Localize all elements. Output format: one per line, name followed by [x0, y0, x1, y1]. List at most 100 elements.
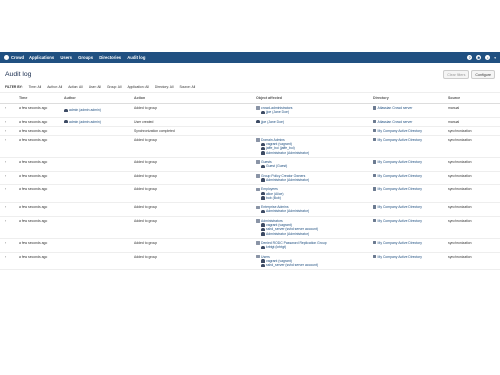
row-time: a few seconds ago [19, 187, 48, 192]
directory-icon [373, 205, 376, 209]
filter-application[interactable]: Application: All [127, 85, 148, 89]
expand-row-icon[interactable]: › [5, 160, 19, 169]
row-author: admin (admin admin) [64, 106, 134, 115]
table-row: › a few seconds ago Added to group Denied R… [0, 239, 500, 253]
row-author: admin (admin admin) [64, 120, 134, 124]
expand-row-icon[interactable]: › [5, 138, 19, 155]
user-icon [64, 119, 68, 124]
row-author [64, 255, 134, 268]
directory-link[interactable]: My Company Active Directory [378, 187, 422, 191]
row-directory: My Company Active Directory [373, 173, 448, 183]
user-link[interactable]: Administrator (Administrator) [266, 178, 309, 182]
filter-action[interactable]: Action: All [68, 85, 82, 89]
row-time: a few seconds ago [19, 205, 48, 210]
row-object-affected: Guests Guest (Guest) [256, 160, 373, 169]
user-link[interactable]: jjoe (Jane Doe) [261, 120, 284, 124]
author-link[interactable]: admin (admin admin) [69, 108, 101, 112]
directory-link[interactable]: Atlassian Crowd server [378, 120, 413, 124]
user-link[interactable]: Administrator (Administrator) [266, 151, 309, 155]
row-action: Added to group [134, 160, 158, 165]
user-link[interactable]: bob (Bob) [266, 196, 281, 200]
author-link[interactable]: admin (admin admin) [69, 120, 101, 124]
table-row: › a few seconds ago Added to group Administ… [0, 217, 500, 239]
row-time: a few seconds ago [19, 128, 48, 133]
nav-users[interactable]: Users [60, 55, 72, 60]
crowd-logo[interactable]: Crowd [4, 55, 24, 60]
row-object-affected: Denied RODC Password Replication Group kr… [256, 241, 373, 250]
expand-row-icon[interactable]: › [5, 187, 19, 200]
user-link[interactable]: Administrator (Administrator) [266, 209, 309, 213]
filter-group[interactable]: Group: All [107, 85, 121, 89]
user-icon [261, 209, 265, 214]
user-link[interactable]: jjoe (Jane Doe) [266, 110, 289, 114]
user-link[interactable]: Guest (Guest) [266, 164, 287, 168]
directory-link[interactable]: My Company Active Directory [378, 160, 422, 164]
row-source: synchronization [448, 240, 472, 245]
filter-author[interactable]: Author: All [47, 85, 62, 89]
crowd-logo-icon [4, 55, 9, 60]
directory-icon [373, 254, 376, 259]
row-source: synchronization [448, 218, 472, 223]
user-icon [261, 142, 265, 147]
user-icon [261, 263, 265, 268]
user-icon[interactable]: • [485, 55, 491, 60]
affected-user: krbtgt (krbtgt) [256, 245, 373, 249]
table-row: › a few seconds ago admin (admin admin) Use… [0, 118, 500, 127]
user-icon [261, 178, 265, 182]
directory-icon [373, 119, 376, 124]
expand-row-icon[interactable]: › [5, 174, 19, 183]
column-time: Time [19, 96, 28, 100]
affected-user: Administrator (Administrator) [256, 151, 373, 155]
row-directory: My Company Active Directory [373, 128, 448, 133]
directory-link[interactable]: My Company Active Directory [378, 255, 422, 259]
row-author [64, 129, 134, 133]
expand-row-icon[interactable]: › [5, 219, 19, 236]
user-icon [261, 232, 265, 236]
table-row: › a few seconds ago Synchronization comple… [0, 127, 500, 136]
row-time: a few seconds ago [19, 106, 48, 110]
nav-directories[interactable]: Directories [99, 55, 121, 60]
row-action: Added to group [134, 218, 158, 223]
row-object-affected: Administrators vagrant (vagrant) sshd_serv… [256, 219, 373, 236]
directory-link[interactable]: My Company Active Directory [378, 129, 422, 133]
table-row: › a few seconds ago Added to group Group Po… [0, 172, 500, 186]
nav-groups[interactable]: Groups [78, 55, 93, 60]
directory-link[interactable]: My Company Active Directory [378, 174, 422, 178]
directory-link[interactable]: My Company Active Directory [378, 241, 422, 245]
row-author [64, 241, 134, 250]
expand-row-icon[interactable]: › [5, 120, 19, 124]
filter-time[interactable]: Time: All [29, 85, 42, 89]
expand-row-icon[interactable]: › [5, 255, 19, 268]
clear-filters-button[interactable]: Clear filters [443, 70, 470, 79]
chevron-down-icon[interactable]: ▾ [494, 56, 496, 60]
user-icon [261, 227, 265, 232]
directory-link[interactable]: My Company Active Directory [378, 138, 422, 142]
row-source: synchronization [448, 205, 472, 210]
group-icon [256, 219, 260, 223]
row-source: manual [448, 119, 460, 124]
configure-button[interactable]: Configure [471, 70, 495, 79]
filter-user[interactable]: User: All [89, 85, 101, 89]
nav-audit-log[interactable]: Audit log [127, 55, 145, 60]
expand-row-icon[interactable]: › [5, 205, 19, 214]
directory-link[interactable]: Atlassian Crowd server [378, 106, 413, 110]
table-row: › a few seconds ago Added to group Guests Gu… [0, 158, 500, 172]
user-link[interactable]: Administrator (Administrator) [266, 232, 309, 236]
filter-directory[interactable]: Directory: All [155, 85, 174, 89]
expand-row-icon[interactable]: › [5, 106, 19, 115]
expand-row-icon[interactable]: › [5, 241, 19, 250]
expand-row-icon[interactable]: › [5, 129, 19, 133]
question-icon[interactable]: ? [467, 55, 473, 60]
row-action: Added to group [134, 173, 158, 178]
row-source: synchronization [448, 173, 472, 178]
row-object-affected: crowd-administrators jjoe (Jane Doe) [256, 106, 373, 115]
user-link[interactable]: krbtgt (krbtgt) [266, 245, 286, 249]
directory-link[interactable]: My Company Active Directory [378, 205, 422, 209]
group-icon [256, 138, 260, 142]
gear-icon[interactable]: ✱ [476, 55, 482, 60]
nav-applications[interactable]: Applications [29, 55, 54, 60]
user-link[interactable]: sshd_server (sshd server account) [266, 263, 318, 267]
filter-source[interactable]: Source: All [179, 85, 195, 89]
row-directory: Atlassian Crowd server [373, 106, 448, 115]
directory-link[interactable]: My Company Active Directory [378, 219, 422, 223]
